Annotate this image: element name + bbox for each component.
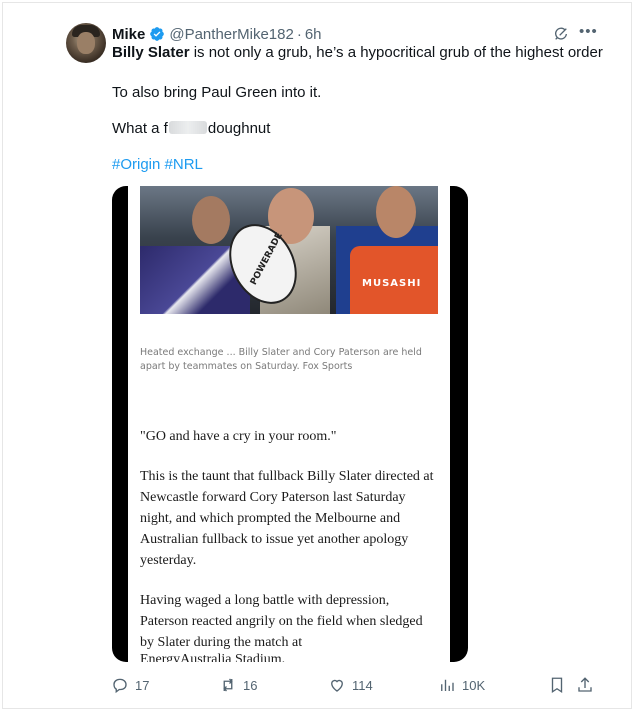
views-chart-icon bbox=[441, 679, 454, 691]
reply-count: 17 bbox=[135, 677, 150, 693]
tweet-actions: 17 16 114 10K bbox=[0, 672, 634, 698]
article-paragraph: This is the taunt that fullback Billy Sl… bbox=[140, 469, 434, 568]
tweet-card: Mike @PantherMike182 · 6h ••• Billy Slat… bbox=[0, 0, 634, 715]
tweet-text-line3-start: What a f bbox=[112, 120, 168, 137]
tweet-mention-bold: Billy Slater bbox=[112, 44, 190, 61]
verified-badge-icon bbox=[150, 27, 165, 41]
article-cutoff-line: EnergyAustralia Stadium. bbox=[140, 652, 286, 662]
article-photo: POWERADE MUSASHI bbox=[140, 186, 438, 314]
tweet-media[interactable]: POWERADE MUSASHI Heated exchange ... Bil… bbox=[112, 186, 468, 662]
hashtag-nrl[interactable]: #NRL bbox=[165, 156, 203, 173]
avatar[interactable] bbox=[66, 23, 106, 63]
views-button[interactable]: 10K bbox=[438, 676, 485, 694]
tweet-time[interactable]: 6h bbox=[305, 26, 322, 43]
article-paragraph: Having waged a long battle with depressi… bbox=[140, 593, 423, 650]
photo-caption: Heated exchange ... Billy Slater and Cor… bbox=[140, 347, 422, 372]
reply-icon bbox=[113, 678, 127, 694]
tweet-text-line3-end: doughnut bbox=[207, 120, 271, 137]
tweet-hashtags: #Origin #NRL bbox=[112, 156, 203, 173]
censored-blur bbox=[168, 121, 207, 134]
author-handle[interactable]: @PantherMike182 bbox=[169, 26, 293, 43]
tweet-header: Mike @PantherMike182 · 6h bbox=[112, 24, 322, 44]
reply-button[interactable]: 17 bbox=[111, 676, 149, 694]
more-options-icon[interactable]: ••• bbox=[579, 24, 597, 41]
like-button[interactable]: 114 bbox=[328, 676, 373, 694]
author-name[interactable]: Mike bbox=[112, 26, 145, 43]
photo-sponsor-logo: MUSASHI bbox=[362, 278, 422, 289]
share-icon[interactable] bbox=[576, 676, 594, 694]
article-paragraph: "GO and have a cry in your room." bbox=[140, 429, 337, 444]
avatar-face bbox=[77, 32, 95, 54]
repost-count: 16 bbox=[243, 677, 258, 693]
like-count: 114 bbox=[352, 677, 373, 693]
tweet-text-line3: What a f doughnut bbox=[112, 120, 270, 137]
repost-button[interactable]: 16 bbox=[219, 676, 257, 694]
header-separator: · bbox=[296, 25, 302, 43]
tweet-text-line1-rest: is not only a grub, he’s a hypocritical … bbox=[189, 44, 603, 61]
tweet-text-line1: Billy Slater is not only a grub, he’s a … bbox=[112, 44, 603, 61]
hashtag-origin[interactable]: #Origin bbox=[112, 156, 160, 173]
heart-icon bbox=[331, 679, 343, 692]
grok-icon[interactable] bbox=[553, 26, 569, 42]
tweet-text-line2: To also bring Paul Green into it. bbox=[112, 84, 322, 101]
photo-player-head bbox=[376, 186, 416, 238]
views-count: 10K bbox=[462, 677, 486, 693]
bookmark-icon[interactable] bbox=[548, 676, 566, 694]
repost-icon bbox=[223, 678, 233, 692]
article-screenshot: POWERADE MUSASHI Heated exchange ... Bil… bbox=[128, 186, 450, 662]
photo-player-head bbox=[192, 196, 230, 244]
